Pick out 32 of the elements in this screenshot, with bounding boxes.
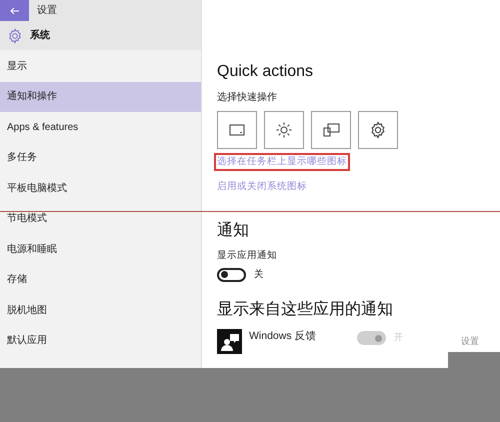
subheading: 选择快速操作 <box>217 90 277 105</box>
sidebar-item[interactable]: 显示 <box>0 51 201 82</box>
notifications-heading: 通知 <box>217 220 249 240</box>
sun-icon <box>276 122 292 138</box>
quick-action-tile[interactable] <box>358 111 398 149</box>
sidebar-item[interactable]: 默认应用 <box>0 326 201 356</box>
sidebar-item[interactable]: 多任务 <box>0 142 201 173</box>
sidebar-item[interactable]: Apps & features <box>0 112 201 142</box>
sidebar-item[interactable]: 平板电脑模式 <box>0 173 201 204</box>
back-button[interactable] <box>0 0 29 21</box>
back-arrow-icon <box>10 6 20 14</box>
tablet-icon <box>229 124 245 136</box>
app-name: Windows 反馈 <box>249 329 318 344</box>
apps-heading: 显示来自这些应用的通知 <box>217 300 393 320</box>
setting-label: 显示应用通知 <box>217 248 277 262</box>
quick-action-tile[interactable] <box>264 111 304 149</box>
page-heading: Quick actions <box>217 62 314 82</box>
toggle-switch[interactable] <box>217 268 246 282</box>
feedback-app-icon <box>217 329 242 354</box>
section-title: 系统 <box>30 28 50 43</box>
sidebar-item[interactable]: 通知和操作 <box>0 82 201 112</box>
window-title: 设置 <box>37 4 57 18</box>
settings-icon <box>369 121 387 139</box>
quick-action-tile[interactable] <box>311 111 351 149</box>
sidebar-item[interactable]: 电源和睡眠 <box>0 234 201 264</box>
quick-action-tile[interactable] <box>217 111 257 149</box>
settings-icon <box>7 28 23 44</box>
sidebar-item[interactable]: 脱机地图 <box>0 295 201 326</box>
sidebar-item[interactable]: 节电模式 <box>0 204 201 234</box>
toggle-state: 关 <box>254 268 264 282</box>
screens-icon <box>322 123 340 137</box>
sidebar-item[interactable]: 存储 <box>0 264 201 295</box>
